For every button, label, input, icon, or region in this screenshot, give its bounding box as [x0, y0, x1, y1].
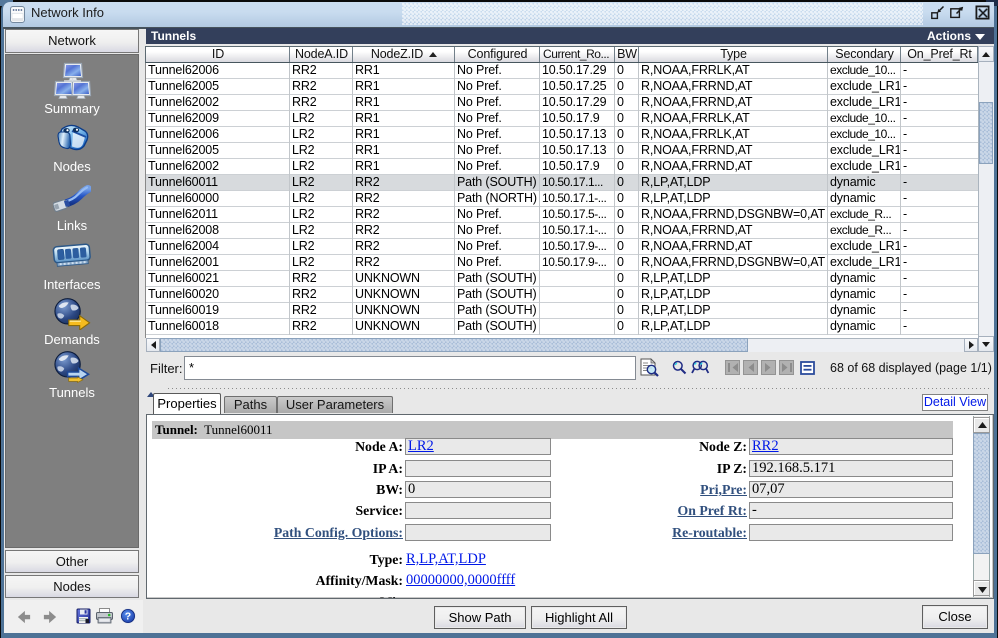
svg-text:?: ? — [125, 611, 131, 623]
